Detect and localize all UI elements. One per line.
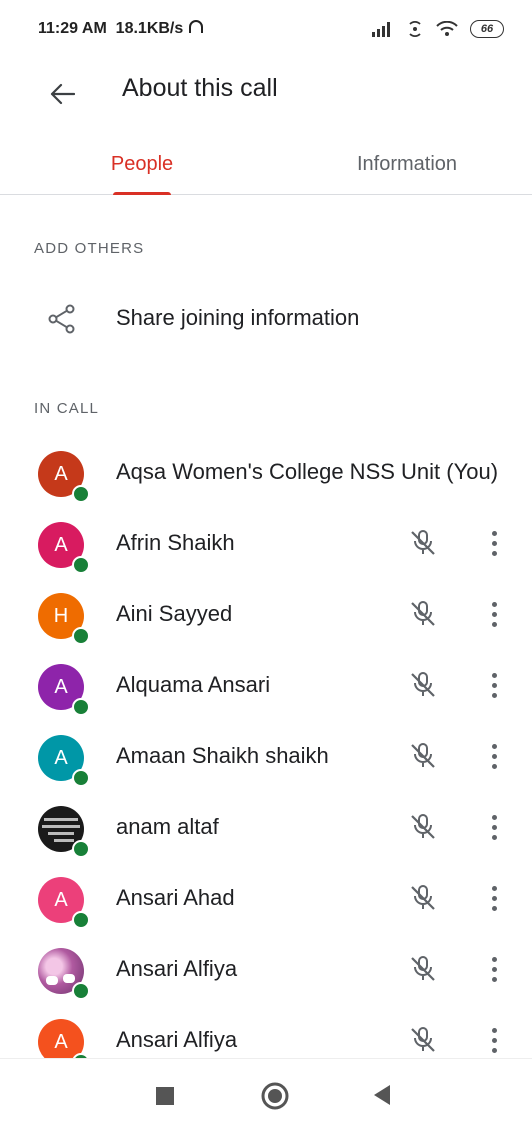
status-time: 11:29 AM 18.1KB/s xyxy=(38,20,204,38)
online-indicator xyxy=(72,698,90,716)
participant-name: Aqsa Women's College NSS Unit (You) xyxy=(116,459,499,484)
participant-row[interactable]: A Amaan Shaikh shaikh xyxy=(0,721,532,792)
system-nav-bar xyxy=(0,1058,532,1130)
recents-button[interactable] xyxy=(156,1087,174,1105)
mic-off-icon xyxy=(411,530,435,555)
online-indicator xyxy=(72,982,90,1000)
participant-row[interactable]: anam altaf xyxy=(0,792,532,863)
mic-off-icon xyxy=(411,672,435,697)
share-icon xyxy=(48,304,75,334)
participant-name: Afrin Shaikh xyxy=(116,530,235,555)
active-tab-indicator xyxy=(113,192,171,195)
home-button[interactable] xyxy=(260,1081,290,1111)
status-bar: 11:29 AM 18.1KB/s 66 xyxy=(0,0,532,64)
more-options-button[interactable] xyxy=(482,882,506,914)
online-indicator xyxy=(72,485,90,503)
more-options-button[interactable] xyxy=(482,811,506,843)
status-icons: 66 xyxy=(372,20,504,38)
online-indicator xyxy=(72,769,90,787)
back-button[interactable] xyxy=(40,72,84,116)
nav-back-button[interactable] xyxy=(374,1085,390,1105)
participant-row[interactable]: Ansari Alfiya xyxy=(0,934,532,1005)
more-options-button[interactable] xyxy=(482,953,506,985)
headset-icon xyxy=(188,20,203,33)
online-indicator xyxy=(72,556,90,574)
participant-name: Ansari Alfiya xyxy=(116,956,238,981)
tab-bar: People Information xyxy=(0,134,532,195)
participant-row[interactable]: H Aini Sayyed xyxy=(0,579,532,650)
mic-off-icon xyxy=(411,814,435,839)
participant-row[interactable]: A Ansari Alfiya xyxy=(0,1005,532,1058)
participant-row[interactable]: A Aqsa Women's College NSS Unit (You) xyxy=(0,437,532,508)
participant-name: anam altaf xyxy=(116,814,219,839)
more-options-button[interactable] xyxy=(482,527,506,559)
share-joining-info-label: Share joining information xyxy=(116,305,360,330)
app-bar: About this call xyxy=(0,64,532,120)
arrow-back-icon xyxy=(50,83,75,105)
participant-list: A Aqsa Women's College NSS Unit (You) A … xyxy=(0,437,532,1058)
mic-off-icon xyxy=(411,743,435,768)
more-options-button[interactable] xyxy=(482,1024,506,1056)
participant-row[interactable]: A Ansari Ahad xyxy=(0,863,532,934)
avatar: A xyxy=(38,1019,84,1058)
more-options-button[interactable] xyxy=(482,669,506,701)
participant-name: Amaan Shaikh shaikh xyxy=(116,743,329,768)
mic-off-icon xyxy=(411,956,435,981)
participant-row[interactable]: A Afrin Shaikh xyxy=(0,508,532,579)
more-options-button[interactable] xyxy=(482,740,506,772)
battery-icon: 66 xyxy=(470,20,504,38)
mic-off-icon xyxy=(411,601,435,626)
online-indicator xyxy=(72,627,90,645)
tab-people[interactable]: People xyxy=(80,134,204,194)
share-joining-info-button[interactable]: Share joining information xyxy=(0,288,532,348)
tab-information[interactable]: Information xyxy=(312,134,502,194)
mic-off-icon xyxy=(411,1027,435,1052)
network-speed: 18.1KB/s xyxy=(115,20,184,37)
participant-name: Ansari Ahad xyxy=(116,885,235,910)
hotspot-icon xyxy=(409,21,421,37)
signal-icon xyxy=(372,22,390,37)
participant-row[interactable]: A Alquama Ansari xyxy=(0,650,532,721)
in-call-header: IN CALL xyxy=(34,400,100,417)
online-indicator xyxy=(72,840,90,858)
add-others-header: ADD OTHERS xyxy=(34,240,145,257)
mic-off-icon xyxy=(411,885,435,910)
online-indicator xyxy=(72,911,90,929)
participant-name: Ansari Alfiya xyxy=(116,1027,238,1052)
participant-name: Aini Sayyed xyxy=(116,601,233,626)
page-title: About this call xyxy=(122,74,278,102)
wifi-icon xyxy=(436,21,458,36)
more-options-button[interactable] xyxy=(482,598,506,630)
participant-name: Alquama Ansari xyxy=(116,672,271,697)
